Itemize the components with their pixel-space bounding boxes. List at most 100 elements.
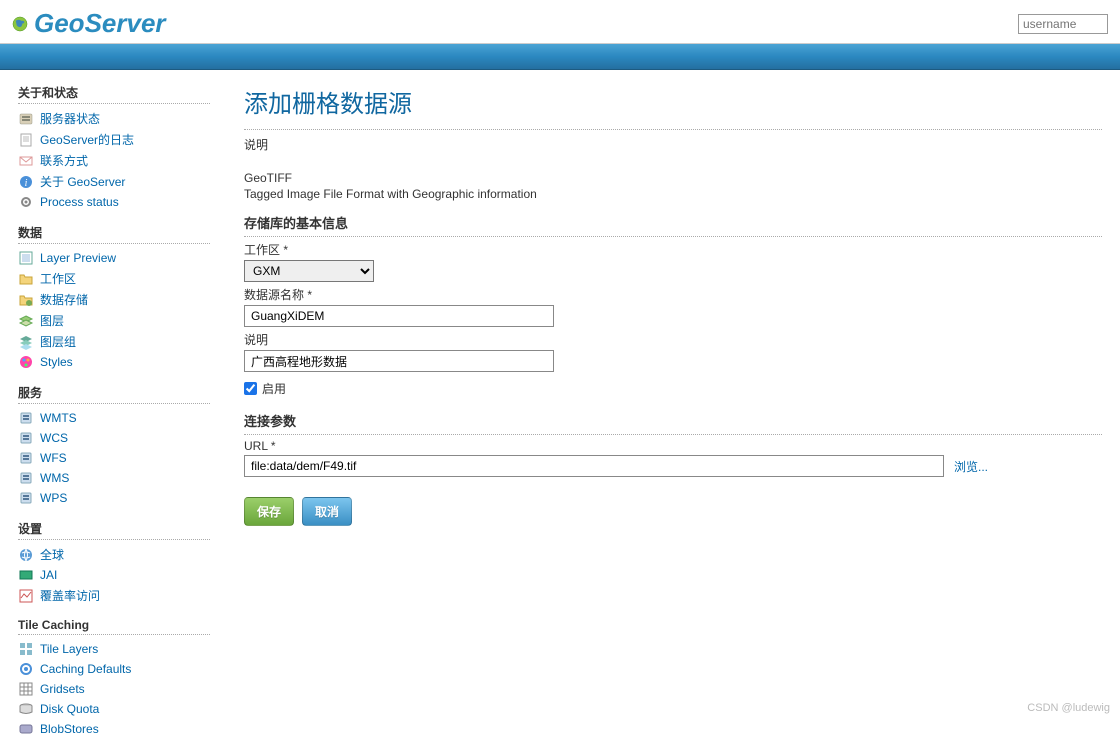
format-name: GeoTIFF xyxy=(244,171,1102,185)
format-desc: Tagged Image File Format with Geographic… xyxy=(244,187,1102,201)
layer2-icon xyxy=(18,313,34,329)
workspace-select[interactable]: GXM xyxy=(244,260,374,282)
sidebar-item[interactable]: 数据存储 xyxy=(18,289,210,310)
page-icon xyxy=(18,132,34,148)
datasource-name-input[interactable] xyxy=(244,305,554,327)
nav-link[interactable]: Gridsets xyxy=(40,682,85,696)
nav-link[interactable]: WCS xyxy=(40,431,68,445)
sidebar-item[interactable]: GeoServer的日志 xyxy=(18,129,210,150)
desc-input[interactable] xyxy=(244,350,554,372)
username-input[interactable] xyxy=(1018,14,1108,34)
desc2-label: 说明 xyxy=(244,331,1102,348)
folder-icon xyxy=(18,271,34,287)
cat-services: 服务 xyxy=(18,384,210,404)
sidebar-item[interactable]: Gridsets xyxy=(18,679,210,699)
nav-link[interactable]: WFS xyxy=(40,451,67,465)
nav-link[interactable]: 服务器状态 xyxy=(40,110,100,127)
nav-link[interactable]: 关于 GeoServer xyxy=(40,173,125,190)
cat-settings: 设置 xyxy=(18,520,210,540)
nav-link[interactable]: Layer Preview xyxy=(40,251,116,265)
service-icon xyxy=(18,490,34,506)
nav-link[interactable]: Tile Layers xyxy=(40,642,98,656)
sidebar-item[interactable]: Styles xyxy=(18,352,210,372)
svg-text:i: i xyxy=(25,178,28,189)
nav-link[interactable]: Disk Quota xyxy=(40,702,99,716)
nav-link[interactable]: GeoServer的日志 xyxy=(40,131,134,148)
sidebar-item[interactable]: BlobStores xyxy=(18,719,210,739)
nav-link[interactable]: Caching Defaults xyxy=(40,662,131,676)
conn-params-title: 连接参数 xyxy=(244,411,1102,430)
disk-icon xyxy=(18,701,34,717)
service-icon xyxy=(18,470,34,486)
sidebar-item[interactable]: 图层 xyxy=(18,310,210,331)
palette-icon xyxy=(18,354,34,370)
nav-link[interactable]: WMTS xyxy=(40,411,77,425)
sidebar-item[interactable]: 图层组 xyxy=(18,331,210,352)
nav-link[interactable]: 图层组 xyxy=(40,333,76,350)
nav-link[interactable]: WPS xyxy=(40,491,67,505)
layer-icon xyxy=(18,250,34,266)
globe-icon xyxy=(18,547,34,563)
server-icon xyxy=(18,111,34,127)
service-icon xyxy=(18,410,34,426)
sidebar-item[interactable]: 工作区 xyxy=(18,268,210,289)
nav-link[interactable]: Styles xyxy=(40,355,73,369)
main-content: 添加栅格数据源 说明 GeoTIFF Tagged Image File For… xyxy=(220,70,1120,749)
cancel-button[interactable]: 取消 xyxy=(302,497,352,526)
nav-link[interactable]: Process status xyxy=(40,195,119,209)
save-button[interactable]: 保存 xyxy=(244,497,294,526)
coverage-icon xyxy=(18,588,34,604)
sidebar-item[interactable]: Layer Preview xyxy=(18,248,210,268)
sidebar-item[interactable]: Process status xyxy=(18,192,210,212)
gear-icon xyxy=(18,194,34,210)
datasource-name-label: 数据源名称 * xyxy=(244,286,1102,303)
nav-link[interactable]: 联系方式 xyxy=(40,152,88,169)
sidebar-item[interactable]: i 关于 GeoServer xyxy=(18,171,210,192)
sidebar-item[interactable]: WMS xyxy=(18,468,210,488)
sidebar-item[interactable]: Caching Defaults xyxy=(18,659,210,679)
url-input[interactable] xyxy=(244,455,944,477)
sidebar-item[interactable]: WFS xyxy=(18,448,210,468)
sidebar-item[interactable]: Disk Quota xyxy=(18,699,210,719)
desc-label: 说明 xyxy=(244,136,1102,153)
watermark: CSDN @ludewig xyxy=(1027,702,1110,714)
enable-checkbox[interactable] xyxy=(244,382,257,395)
gear2-icon xyxy=(18,661,34,677)
nav-link[interactable]: 工作区 xyxy=(40,270,76,287)
sidebar: 关于和状态 服务器状态 GeoServer的日志联系方式 i 关于 GeoServer… xyxy=(0,70,220,749)
sidebar-item[interactable]: JAI xyxy=(18,565,210,585)
browse-link[interactable]: 浏览... xyxy=(954,458,988,475)
nav-link[interactable]: 全球 xyxy=(40,546,64,563)
grid-icon xyxy=(18,681,34,697)
nav-link[interactable]: 图层 xyxy=(40,312,64,329)
db-folder-icon xyxy=(18,292,34,308)
globe-earth-icon xyxy=(12,16,28,32)
basic-info-title: 存储库的基本信息 xyxy=(244,213,1102,232)
service-icon xyxy=(18,450,34,466)
sidebar-item[interactable]: WPS xyxy=(18,488,210,508)
nav-link[interactable]: JAI xyxy=(40,568,57,582)
jai-icon xyxy=(18,567,34,583)
nav-link[interactable]: BlobStores xyxy=(40,722,99,736)
sidebar-item[interactable]: 联系方式 xyxy=(18,150,210,171)
nav-link[interactable]: 覆盖率访问 xyxy=(40,587,100,604)
sidebar-item[interactable]: 服务器状态 xyxy=(18,108,210,129)
url-label: URL * xyxy=(244,439,1102,453)
tile-icon xyxy=(18,641,34,657)
page-title: 添加栅格数据源 xyxy=(244,84,1102,119)
sidebar-item[interactable]: Tile Layers xyxy=(18,639,210,659)
sidebar-item[interactable]: WCS xyxy=(18,428,210,448)
sidebar-item[interactable]: 全球 xyxy=(18,544,210,565)
sidebar-item[interactable]: WMTS xyxy=(18,408,210,428)
header: GeoServer xyxy=(0,0,1120,44)
sidebar-item[interactable]: 覆盖率访问 xyxy=(18,585,210,606)
logo[interactable]: GeoServer xyxy=(12,8,166,39)
cat-tile: Tile Caching xyxy=(18,618,210,635)
nav-link[interactable]: WMS xyxy=(40,471,69,485)
mail-icon xyxy=(18,153,34,169)
logo-text: GeoServer xyxy=(34,8,166,39)
layergroup-icon xyxy=(18,334,34,350)
nav-link[interactable]: 数据存储 xyxy=(40,291,88,308)
cat-data: 数据 xyxy=(18,224,210,244)
cat-about: 关于和状态 xyxy=(18,84,210,104)
